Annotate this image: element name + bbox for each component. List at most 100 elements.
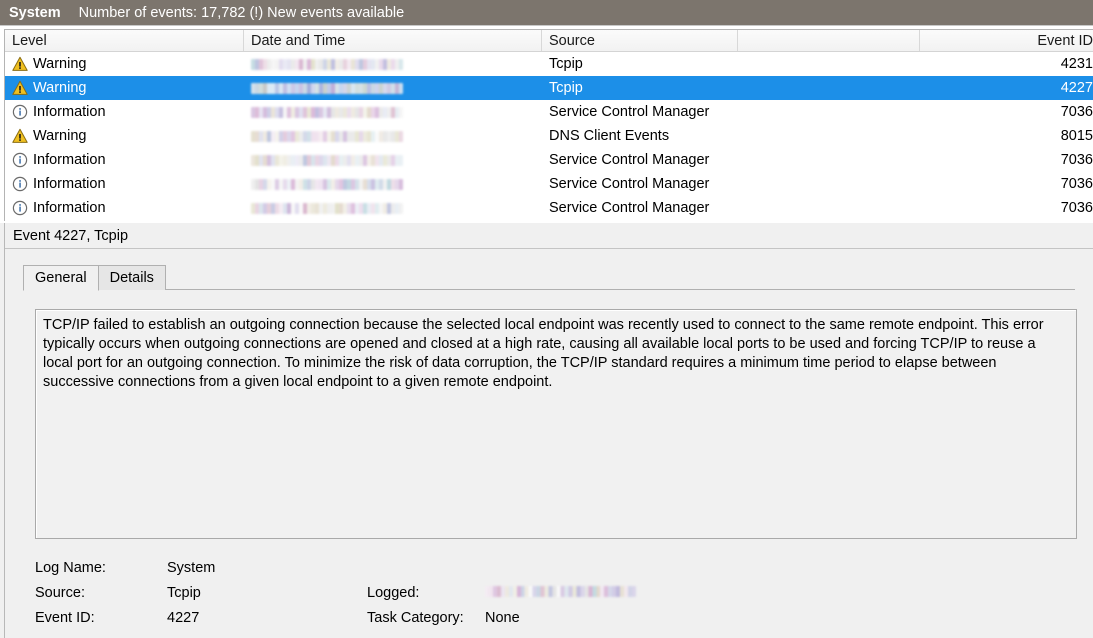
- event-metadata: Log Name: System Source: Tcpip Logged: E…: [35, 555, 1075, 630]
- information-icon: [12, 176, 28, 192]
- event-row-level: Warning: [5, 124, 244, 148]
- event-row[interactable]: WarningDNS Client Events8015(1028): [5, 124, 1093, 148]
- event-row-spacer: [738, 52, 920, 76]
- event-row-level: Information: [5, 148, 244, 172]
- column-header-level-label: Level: [12, 32, 47, 49]
- log-name-field-value: System: [167, 559, 216, 576]
- column-header-spacer: [738, 30, 920, 51]
- event-id-field-label: Event ID:: [35, 609, 95, 626]
- redacted-timestamp: [251, 82, 403, 94]
- event-row-source-label: Service Control Manager: [549, 200, 710, 216]
- event-row-event-id-label: 7036: [1060, 200, 1093, 216]
- event-row-event-id-label: 4227: [1060, 80, 1093, 96]
- column-header-event-id-label: Event ID: [1037, 32, 1093, 49]
- redacted-timestamp: [251, 154, 403, 166]
- tab-general[interactable]: General: [23, 265, 99, 291]
- event-row-source-label: Service Control Manager: [549, 152, 710, 168]
- event-row-event-id: 7036: [920, 196, 1093, 220]
- event-row-source: Service Control Manager: [542, 100, 738, 124]
- event-row-source: Service Control Manager: [542, 148, 738, 172]
- information-icon: [12, 152, 28, 168]
- event-row[interactable]: WarningTcpip4227None: [5, 76, 1093, 100]
- event-row[interactable]: InformationService Control Manager7036No…: [5, 196, 1093, 220]
- metadata-row-log-name: Log Name: System: [35, 555, 1075, 580]
- event-row[interactable]: InformationService Control Manager7036No…: [5, 172, 1093, 196]
- event-detail-panel: Event 4227, Tcpip General Details TCP/IP…: [0, 223, 1093, 638]
- event-row-level: Information: [5, 196, 244, 220]
- tab-general-label: General: [35, 270, 87, 286]
- event-row-datetime: [244, 172, 542, 196]
- event-row-event-id-label: 8015: [1060, 128, 1093, 144]
- event-row-event-id-label: 4231: [1060, 56, 1093, 72]
- event-row-source: Tcpip: [542, 52, 738, 76]
- event-id-field-value: 4227: [167, 609, 200, 626]
- event-row-spacer: [738, 172, 920, 196]
- event-row-datetime: [244, 196, 542, 220]
- event-row-source-label: Service Control Manager: [549, 104, 710, 120]
- event-description-box[interactable]: TCP/IP failed to establish an outgoing c…: [35, 309, 1077, 539]
- event-row-event-id: 7036: [920, 172, 1093, 196]
- task-category-field-value: None: [485, 609, 520, 626]
- log-status-bar: System Number of events: 17,782 (!) New …: [0, 0, 1093, 25]
- event-row-level: Warning: [5, 52, 244, 76]
- column-header-date-and-time-label: Date and Time: [251, 32, 346, 49]
- event-row-datetime: [244, 76, 542, 100]
- event-list-header: Level Date and Time Source Event ID Task…: [5, 30, 1093, 52]
- event-list-panel: Level Date and Time Source Event ID Task…: [0, 25, 1093, 223]
- event-row-spacer: [738, 148, 920, 172]
- event-row[interactable]: InformationService Control Manager7036No…: [5, 148, 1093, 172]
- event-row-source: Tcpip: [542, 76, 738, 100]
- event-list-rows: WarningTcpip4231NoneWarningTcpip4227None…: [5, 52, 1093, 220]
- event-detail-title: Event 4227, Tcpip: [5, 223, 1093, 249]
- information-icon: [12, 200, 28, 216]
- event-row-datetime: [244, 124, 542, 148]
- event-row-spacer: [738, 124, 920, 148]
- tab-details-label: Details: [109, 270, 154, 286]
- event-row-level: Information: [5, 100, 244, 124]
- warning-icon: [12, 56, 28, 71]
- source-field-value: Tcpip: [167, 584, 201, 601]
- event-row-event-id-label: 7036: [1060, 104, 1093, 120]
- log-name-label: System: [9, 4, 61, 21]
- event-row-level: Information: [5, 172, 244, 196]
- event-description-text: TCP/IP failed to establish an outgoing c…: [43, 317, 1044, 390]
- task-category-field-label: Task Category:: [367, 609, 464, 626]
- event-count-status: Number of events: 17,782 (!) New events …: [78, 4, 405, 21]
- column-header-source[interactable]: Source: [542, 30, 738, 51]
- event-row-event-id-label: 7036: [1060, 152, 1093, 168]
- event-row-spacer: [738, 76, 920, 100]
- event-row-event-id-label: 7036: [1060, 176, 1093, 192]
- redacted-timestamp: [251, 106, 403, 118]
- event-row-datetime: [244, 100, 542, 124]
- column-header-source-label: Source: [549, 32, 595, 49]
- redacted-timestamp: [251, 178, 403, 190]
- event-row[interactable]: InformationService Control Manager7036No…: [5, 100, 1093, 124]
- event-row-level-label: Information: [33, 152, 106, 168]
- event-row-level-label: Information: [33, 200, 106, 216]
- event-detail-tabs: General Details: [5, 265, 1093, 291]
- event-row-event-id: 4227: [920, 76, 1093, 100]
- redacted-timestamp: [251, 58, 403, 70]
- event-row-spacer: [738, 196, 920, 220]
- event-row-level-label: Information: [33, 176, 106, 192]
- event-row[interactable]: WarningTcpip4231None: [5, 52, 1093, 76]
- logged-field-value: [485, 585, 1075, 601]
- event-detail-title-text: Event 4227, Tcpip: [13, 227, 129, 244]
- event-row-source: Service Control Manager: [542, 196, 738, 220]
- event-row-event-id: 7036: [920, 100, 1093, 124]
- information-icon: [12, 104, 28, 120]
- redacted-timestamp: [251, 202, 403, 214]
- tab-details[interactable]: Details: [97, 265, 166, 290]
- source-field-label: Source:: [35, 584, 85, 601]
- log-name-field-label: Log Name:: [35, 559, 106, 576]
- column-header-date-and-time[interactable]: Date and Time: [244, 30, 542, 51]
- column-header-event-id[interactable]: Event ID: [920, 30, 1093, 51]
- event-row-event-id: 8015: [920, 124, 1093, 148]
- event-row-datetime: [244, 52, 542, 76]
- event-row-event-id: 4231: [920, 52, 1093, 76]
- event-row-level-label: Warning: [33, 80, 87, 96]
- event-row-source-label: Tcpip: [549, 80, 583, 96]
- column-header-level[interactable]: Level: [5, 30, 244, 51]
- event-row-level-label: Information: [33, 104, 106, 120]
- event-row-level-label: Warning: [33, 56, 87, 72]
